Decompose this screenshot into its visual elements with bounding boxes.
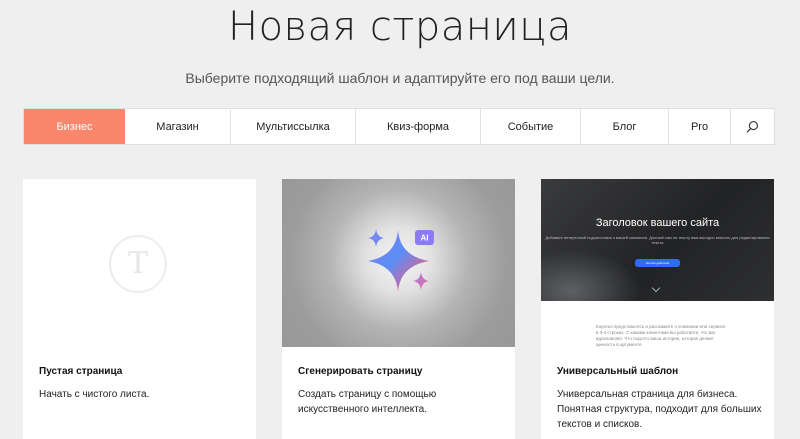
ai-badge: AI [421, 234, 429, 243]
template-category-tabs: Бизнес Магазин Мультиссылка Квиз-форма С… [23, 108, 775, 145]
page-subtitle: Выберите подходящий шаблон и адаптируйте… [185, 70, 615, 86]
card-thumbnail: Т [23, 179, 256, 347]
card-title: Сгенерировать страницу [298, 366, 423, 377]
tab-event[interactable]: Событие [481, 109, 581, 144]
card-title: Универсальный шаблон [557, 366, 679, 377]
tab-business[interactable]: Бизнес [24, 109, 125, 144]
tab-multilink[interactable]: Мультиссылка [231, 109, 356, 144]
tilda-logo-icon: Т [109, 235, 167, 293]
template-card-blank[interactable]: Т Пустая страница Начать с чистого листа… [23, 179, 256, 439]
search-button[interactable] [731, 109, 774, 144]
card-description: Начать с чистого листа. [39, 389, 150, 400]
tab-shop[interactable]: Магазин [125, 109, 231, 144]
search-icon [746, 121, 758, 133]
tab-blog[interactable]: Блог [581, 109, 669, 144]
template-card-universal[interactable]: Заголовок вашего сайта Добавьте интересн… [541, 179, 774, 439]
card-thumbnail: AI [282, 179, 515, 347]
site-preview-button: Кнопка действия [635, 259, 680, 267]
site-preview-title: Заголовок вашего сайта [595, 217, 720, 229]
site-preview-body: Коротко представьтесь и расскажите о ком… [596, 324, 726, 347]
card-description: Создать страницу с помощью искусственног… [298, 389, 437, 415]
tab-quiz-form[interactable]: Квиз-форма [356, 109, 481, 144]
ai-sparkle-icon: AI [368, 229, 434, 292]
template-card-ai-generate[interactable]: AI Сгенерировать страницу Создать страни… [282, 179, 515, 439]
page-title: Новая страница [228, 4, 572, 50]
card-title: Пустая страница [39, 366, 123, 377]
chevron-down-icon [651, 283, 661, 293]
site-preview-text: Добавьте интересный подзаголовок к вашей… [545, 235, 770, 245]
site-preview-hero: Заголовок вашего сайта Добавьте интересн… [541, 179, 774, 301]
card-description: Универсальная страница для бизнеса. Поня… [557, 389, 762, 430]
card-thumbnail: Заголовок вашего сайта Добавьте интересн… [541, 179, 774, 347]
tab-pro[interactable]: Pro [669, 109, 731, 144]
